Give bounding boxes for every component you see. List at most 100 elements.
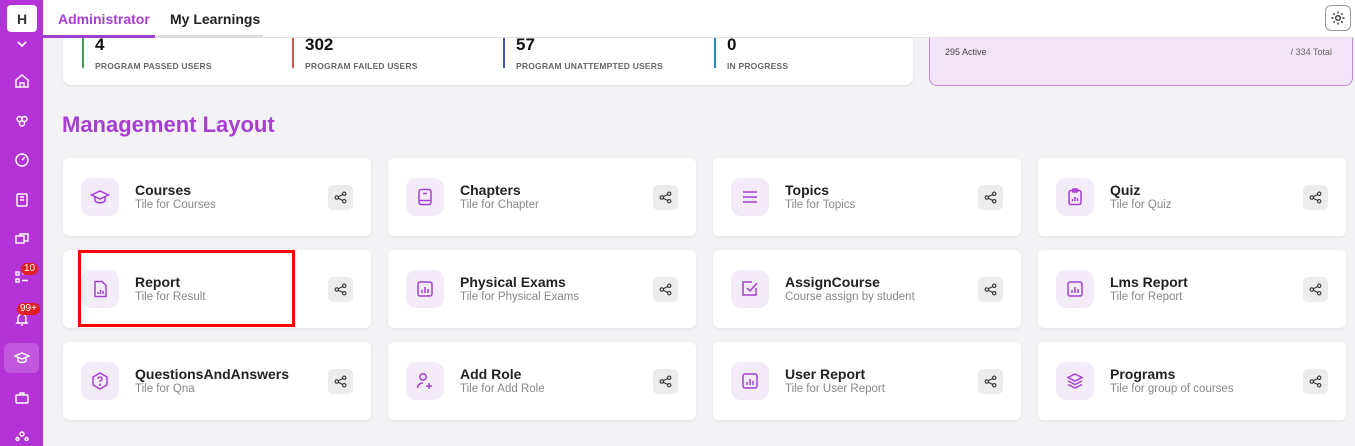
stat-label: IN PROGRESS	[727, 61, 789, 71]
chevron-down-icon[interactable]	[0, 33, 43, 55]
tile-add-role[interactable]: Add Role Tile for Add Role	[388, 342, 696, 420]
tile-lms-report[interactable]: Lms Report Tile for Report	[1038, 250, 1346, 328]
book-icon[interactable]	[0, 185, 43, 215]
tile-title: Courses	[135, 182, 192, 198]
share-icon	[659, 191, 672, 204]
tile-title: AssignCourse	[785, 274, 880, 290]
share-icon	[1309, 191, 1322, 204]
list-icon	[731, 178, 769, 216]
share-icon	[984, 283, 997, 296]
graduation-cap-icon	[81, 178, 119, 216]
share-icon	[659, 283, 672, 296]
chart-icon	[731, 362, 769, 400]
chat-icon[interactable]	[0, 225, 43, 255]
tile-subtitle: Tile for group of courses	[1110, 383, 1234, 395]
share-icon	[984, 375, 997, 388]
tile-programs[interactable]: Programs Tile for group of courses	[1038, 342, 1346, 420]
share-button[interactable]	[328, 277, 353, 302]
tile-title: Topics	[785, 182, 830, 198]
program-stats-card: 4 PROGRAM PASSED USERS 302 PROGRAM FAILE…	[63, 35, 913, 85]
stat-in-progress: 0 IN PROGRESS	[714, 35, 789, 71]
tile-subtitle: Tile for Topics	[785, 199, 856, 211]
active-count: 295 Active	[945, 47, 987, 57]
highlight-box	[78, 250, 295, 327]
share-button[interactable]	[1303, 369, 1328, 394]
tile-chapters[interactable]: Chapters Tile for Chapter	[388, 158, 696, 236]
share-icon	[334, 375, 347, 388]
chart-icon	[1056, 270, 1094, 308]
settings-button[interactable]	[1325, 5, 1351, 31]
users-icon[interactable]	[0, 422, 43, 446]
tile-subtitle: Tile for Quiz	[1110, 199, 1172, 211]
question-icon	[81, 362, 119, 400]
share-icon	[334, 191, 347, 204]
share-button[interactable]	[653, 277, 678, 302]
stat-value: 4	[95, 35, 105, 54]
tile-topics[interactable]: Topics Tile for Topics	[713, 158, 1021, 236]
stat-value: 57	[516, 35, 535, 54]
tile-courses[interactable]: Courses Tile for Courses	[63, 158, 371, 236]
notification-badge: 99+	[17, 303, 40, 315]
stat-unattempted: 57 PROGRAM UNATTEMPTED USERS	[503, 35, 663, 71]
tile-title: Programs	[1110, 366, 1176, 382]
briefcase-icon[interactable]	[0, 383, 43, 413]
tile-subtitle: Tile for Chapter	[460, 199, 539, 211]
stat-passed: 4 PROGRAM PASSED USERS	[82, 35, 212, 71]
tab-my-learnings[interactable]: My Learnings	[170, 0, 260, 38]
stat-failed: 302 PROGRAM FAILED USERS	[292, 36, 418, 71]
clipboard-icon	[1056, 178, 1094, 216]
top-bar: Administrator My Learnings	[43, 0, 1355, 38]
tile-subtitle: Tile for Courses	[135, 199, 216, 211]
tile-title: Chapters	[460, 182, 521, 198]
gear-icon	[1331, 11, 1345, 25]
share-icon	[659, 375, 672, 388]
dashboard-icon[interactable]	[0, 145, 43, 175]
tile-subtitle: Tile for Report	[1110, 291, 1183, 303]
tile-title: Physical Exams	[460, 274, 566, 290]
share-button[interactable]	[978, 369, 1003, 394]
share-icon	[334, 283, 347, 296]
graduation-cap-icon[interactable]	[4, 343, 39, 373]
share-button[interactable]	[653, 185, 678, 210]
list-badge: 10	[21, 263, 39, 275]
checkbox-icon	[731, 270, 769, 308]
share-button[interactable]	[978, 277, 1003, 302]
total-count: / 334 Total	[1290, 47, 1332, 57]
stat-label: PROGRAM UNATTEMPTED USERS	[516, 61, 663, 71]
tile-title: Quiz	[1110, 182, 1141, 198]
active-users-card: 295 Active / 334 Total	[929, 38, 1353, 86]
tile-questions-and-answers[interactable]: QuestionsAndAnswers Tile for Qna	[63, 342, 371, 420]
stat-label: PROGRAM PASSED USERS	[95, 61, 212, 71]
tile-user-report[interactable]: User Report Tile for User Report	[713, 342, 1021, 420]
tile-assign-course[interactable]: AssignCourse Course assign by student	[713, 250, 1021, 328]
groups-icon[interactable]	[0, 106, 43, 136]
share-button[interactable]	[1303, 277, 1328, 302]
stat-value: 0	[727, 35, 737, 54]
tile-title: Lms Report	[1110, 274, 1188, 290]
share-button[interactable]	[978, 185, 1003, 210]
chart-icon	[406, 270, 444, 308]
share-button[interactable]	[1303, 185, 1328, 210]
home-icon[interactable]	[0, 66, 43, 96]
tile-title: QuestionsAndAnswers	[135, 366, 290, 382]
tile-subtitle: Tile for Qna	[135, 383, 195, 395]
share-button[interactable]	[328, 185, 353, 210]
tile-physical-exams[interactable]: Physical Exams Tile for Physical Exams	[388, 250, 696, 328]
tab-administrator[interactable]: Administrator	[58, 0, 150, 38]
share-icon	[1309, 283, 1322, 296]
share-button[interactable]	[328, 369, 353, 394]
tile-title: User Report	[785, 366, 866, 382]
share-button[interactable]	[653, 369, 678, 394]
layers-icon	[1056, 362, 1094, 400]
tile-quiz[interactable]: Quiz Tile for Quiz	[1038, 158, 1346, 236]
app-logo[interactable]: H	[7, 5, 37, 32]
add-user-icon	[406, 362, 444, 400]
section-title: Management Layout	[62, 112, 275, 137]
tile-subtitle: Course assign by student	[785, 291, 915, 303]
share-icon	[1309, 375, 1322, 388]
tile-subtitle: Tile for Add Role	[460, 383, 545, 395]
tile-subtitle: Tile for User Report	[785, 383, 885, 395]
tile-title: Add Role	[460, 366, 522, 382]
stat-label: PROGRAM FAILED USERS	[305, 61, 418, 71]
tile-subtitle: Tile for Physical Exams	[460, 291, 580, 303]
